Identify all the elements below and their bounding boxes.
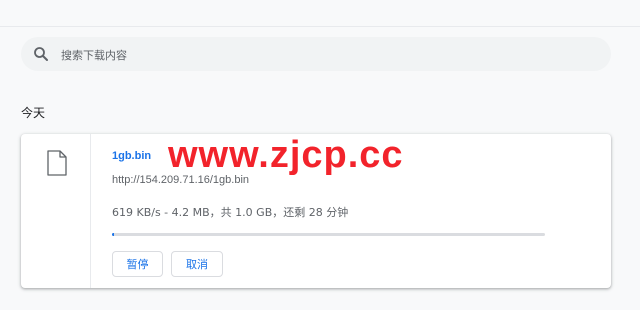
progress-bar-fill — [112, 233, 114, 236]
downloads-page: 今天 1gb.bin http://154.209.71.16/1gb.bin … — [0, 0, 640, 310]
card-divider — [90, 134, 91, 288]
date-group-header: 今天 — [21, 106, 46, 120]
progress-bar — [112, 233, 545, 236]
search-input[interactable] — [59, 44, 603, 66]
search-bar[interactable] — [21, 37, 611, 71]
pause-button[interactable]: 暂停 — [112, 251, 163, 277]
top-strip — [0, 0, 640, 27]
watermark-text: www.zjcp.cc — [168, 134, 404, 176]
file-name-link[interactable]: 1gb.bin — [112, 150, 151, 162]
progress-status-text: 619 KB/s - 4.2 MB，共 1.0 GB，还剩 28 分钟 — [112, 206, 349, 219]
cancel-button[interactable]: 取消 — [171, 251, 223, 277]
file-icon — [47, 150, 67, 176]
search-icon — [33, 46, 49, 62]
